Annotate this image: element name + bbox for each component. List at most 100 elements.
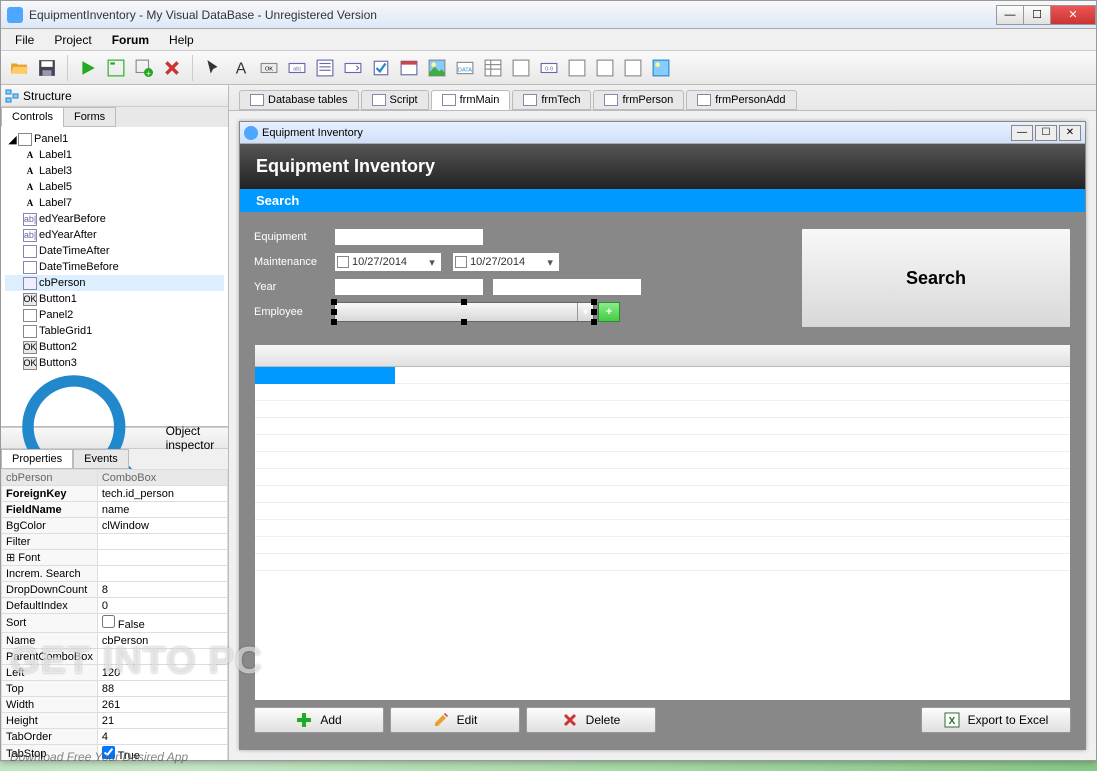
property-row[interactable]: Filter: [2, 534, 228, 550]
preview-minimize-button[interactable]: —: [1011, 125, 1033, 141]
menu-help[interactable]: Help: [159, 31, 204, 49]
tree-item-Button2[interactable]: OKButton2: [5, 339, 224, 355]
grid-header: [255, 345, 1070, 367]
date-to[interactable]: 10/27/2014▾: [452, 252, 560, 272]
datetime-tool-icon[interactable]: [397, 56, 421, 80]
year-before-input[interactable]: [334, 278, 484, 296]
preview-close-button[interactable]: ✕: [1059, 125, 1081, 141]
checkbox-icon[interactable]: [337, 256, 349, 268]
property-row[interactable]: Increm. Search: [2, 566, 228, 582]
excel-icon: X: [944, 712, 960, 728]
memo-tool-icon[interactable]: [313, 56, 337, 80]
checkbox-icon[interactable]: [102, 615, 115, 628]
tab-properties[interactable]: Properties: [1, 449, 73, 469]
tool-icon-1[interactable]: [565, 56, 589, 80]
doctab-frmTech[interactable]: frmTech: [512, 90, 591, 110]
panel-tool-icon[interactable]: [509, 56, 533, 80]
edit-button[interactable]: Edit: [390, 707, 520, 733]
save-icon[interactable]: [35, 56, 59, 80]
year-after-input[interactable]: [492, 278, 642, 296]
property-row[interactable]: DropDownCount8: [2, 582, 228, 598]
doctab-frmMain[interactable]: frmMain: [431, 90, 511, 110]
tree-item-Label7[interactable]: ALabel7: [5, 195, 224, 211]
tab-controls[interactable]: Controls: [1, 107, 64, 127]
tree-item-Panel2[interactable]: Panel2: [5, 307, 224, 323]
property-row[interactable]: TabOrder4: [2, 729, 228, 745]
checkbox-icon[interactable]: [102, 746, 115, 759]
minimize-button[interactable]: —: [996, 5, 1024, 25]
year-row: Year: [254, 278, 791, 296]
tool-icon-2[interactable]: [593, 56, 617, 80]
property-row[interactable]: Left120: [2, 665, 228, 681]
menu-forum[interactable]: Forum: [102, 31, 159, 49]
property-row[interactable]: Width261: [2, 697, 228, 713]
property-row[interactable]: BgColorclWindow: [2, 518, 228, 534]
grid-tool-icon[interactable]: [481, 56, 505, 80]
property-row[interactable]: ForeignKeytech.id_person: [2, 486, 228, 502]
tool-icon-3[interactable]: [621, 56, 645, 80]
delete-button[interactable]: Delete: [526, 707, 656, 733]
property-row[interactable]: Top88: [2, 681, 228, 697]
menu-file[interactable]: File: [5, 31, 44, 49]
svg-text:A: A: [236, 60, 247, 76]
label-icon[interactable]: A: [229, 56, 253, 80]
add-button[interactable]: Add: [254, 707, 384, 733]
tree-item-edYearAfter[interactable]: ab|edYearAfter: [5, 227, 224, 243]
tree-item-Button1[interactable]: OKButton1: [5, 291, 224, 307]
property-row[interactable]: cbPersonComboBox: [2, 470, 228, 486]
maximize-button[interactable]: ☐: [1023, 5, 1051, 25]
property-row[interactable]: Height21: [2, 713, 228, 729]
dropdown-icon[interactable]: ▾: [425, 256, 439, 269]
property-row[interactable]: NamecbPerson: [2, 633, 228, 649]
tree-item-Label5[interactable]: ALabel5: [5, 179, 224, 195]
date-from[interactable]: 10/27/2014▾: [334, 252, 442, 272]
equipment-input[interactable]: [334, 228, 484, 246]
pointer-icon[interactable]: [201, 56, 225, 80]
checkbox-tool-icon[interactable]: [369, 56, 393, 80]
picture-tool-icon[interactable]: [649, 56, 673, 80]
delete-form-icon[interactable]: [160, 56, 184, 80]
tab-forms[interactable]: Forms: [63, 107, 116, 127]
dropdown-icon[interactable]: ▾: [543, 256, 557, 269]
pnl-icon: [18, 133, 32, 146]
tree-item-TableGrid1[interactable]: TableGrid1: [5, 323, 224, 339]
right-pane: Database tablesScriptfrmMainfrmTechfrmPe…: [229, 85, 1096, 760]
data-tool-icon[interactable]: DATA: [453, 56, 477, 80]
export-button[interactable]: XExport to Excel: [921, 707, 1071, 733]
counter-tool-icon[interactable]: 0-9: [537, 56, 561, 80]
tab-events[interactable]: Events: [73, 449, 129, 469]
tree-item-DateTimeBefore[interactable]: DateTimeBefore: [5, 259, 224, 275]
tree-item-Panel1[interactable]: ◢Panel1: [5, 131, 224, 147]
tree-item-DateTimeAfter[interactable]: DateTimeAfter: [5, 243, 224, 259]
doctab-frmPerson[interactable]: frmPerson: [593, 90, 684, 110]
doctab-frmPersonAdd[interactable]: frmPersonAdd: [686, 90, 796, 110]
search-button[interactable]: Search: [801, 228, 1071, 328]
add-form-icon[interactable]: +: [132, 56, 156, 80]
property-row[interactable]: ⊞ Font: [2, 550, 228, 566]
run-icon[interactable]: [76, 56, 100, 80]
open-icon[interactable]: [7, 56, 31, 80]
property-row[interactable]: DefaultIndex0: [2, 598, 228, 614]
edit-tool-icon[interactable]: ab|: [285, 56, 309, 80]
close-button[interactable]: ✕: [1050, 5, 1096, 25]
checkbox-icon[interactable]: [455, 256, 467, 268]
form-icon[interactable]: [104, 56, 128, 80]
add-person-button[interactable]: +: [598, 302, 620, 322]
doctab-Database tables[interactable]: Database tables: [239, 90, 359, 110]
image-tool-icon[interactable]: [425, 56, 449, 80]
result-grid[interactable]: [254, 344, 1071, 701]
property-row[interactable]: FieldNamename: [2, 502, 228, 518]
tree-item-cbPerson[interactable]: cbPerson: [5, 275, 224, 291]
menu-project[interactable]: Project: [44, 31, 101, 49]
preview-maximize-button[interactable]: ☐: [1035, 125, 1057, 141]
combo-tool-icon[interactable]: [341, 56, 365, 80]
property-grid[interactable]: cbPersonComboBoxForeignKeytech.id_person…: [1, 469, 228, 760]
doctab-Script[interactable]: Script: [361, 90, 429, 110]
property-row[interactable]: Sort False: [2, 614, 228, 633]
tree-item-Label3[interactable]: ALabel3: [5, 163, 224, 179]
property-row[interactable]: ParentComboBox: [2, 649, 228, 665]
tree-item-Label1[interactable]: ALabel1: [5, 147, 224, 163]
button-tool-icon[interactable]: OK: [257, 56, 281, 80]
tree-item-edYearBefore[interactable]: ab|edYearBefore: [5, 211, 224, 227]
property-row[interactable]: TabStop True: [2, 745, 228, 761]
